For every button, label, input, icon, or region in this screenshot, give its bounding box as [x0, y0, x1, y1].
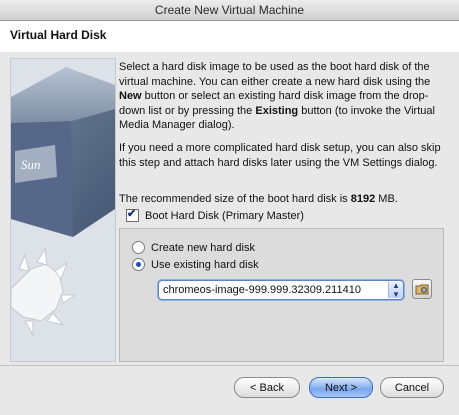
intro-new-word: New — [119, 90, 142, 102]
wizard-content: Sun Select a hard disk image to be used … — [0, 52, 459, 365]
create-new-disk-radio[interactable]: Create new hard disk — [132, 241, 255, 254]
radio-existing[interactable] — [132, 258, 145, 271]
check-mark-icon: ✔ — [127, 208, 137, 220]
cancel-button[interactable]: Cancel — [380, 377, 444, 398]
intro-paragraph: Select a hard disk image to be used as t… — [119, 60, 449, 133]
next-button[interactable]: Next > — [309, 377, 373, 398]
checkbox-box[interactable]: ✔ — [126, 208, 139, 222]
recommended-size-text: The recommended size of the boot hard di… — [119, 192, 449, 207]
window-title: Create New Virtual Machine — [154, 3, 305, 17]
recommended-size: 8192 — [350, 193, 376, 205]
wizard-footer: < Back Next > Cancel — [0, 365, 459, 415]
virtualbox-sun-cube-icon: Sun — [10, 58, 116, 362]
intro-text-a: Select a hard disk image to be used as t… — [119, 61, 431, 88]
intro-existing-word: Existing — [255, 104, 299, 117]
svg-text:Sun: Sun — [21, 157, 41, 172]
boot-hard-disk-label: Boot Hard Disk (Primary Master) — [145, 209, 304, 222]
recommended-text: The recommended size of the boot hard di… — [119, 193, 351, 205]
use-existing-disk-radio[interactable]: Use existing hard disk — [132, 258, 259, 271]
hard-disk-group: Create new hard disk Use existing hard d… — [119, 228, 444, 362]
hard-disk-combo-value: chromeos-image-999.999.32309.211410 — [163, 284, 361, 296]
hard-disk-combo[interactable]: chromeos-image-999.999.32309.211410 ▲ ▼ — [158, 280, 404, 300]
create-new-disk-label: Create new hard disk — [151, 241, 255, 254]
window-titlebar: Create New Virtual Machine — [0, 0, 459, 21]
virtual-media-manager-button[interactable] — [412, 279, 432, 299]
wizard-header: Virtual Hard Disk — [0, 21, 459, 53]
recommended-unit: MB. — [375, 193, 398, 205]
updown-arrow-icon[interactable]: ▲ ▼ — [388, 281, 403, 299]
page-title: Virtual Hard Disk — [10, 28, 107, 42]
folder-disk-icon — [415, 284, 429, 295]
boot-hard-disk-checkbox[interactable]: ✔ Boot Hard Disk (Primary Master) — [126, 208, 304, 222]
sidebar-illustration: Sun — [11, 59, 115, 361]
use-existing-disk-label: Use existing hard disk — [151, 258, 259, 271]
skip-paragraph: If you need a more complicated hard disk… — [119, 142, 441, 169]
back-button[interactable]: < Back — [234, 377, 300, 398]
radio-create[interactable] — [132, 241, 145, 254]
